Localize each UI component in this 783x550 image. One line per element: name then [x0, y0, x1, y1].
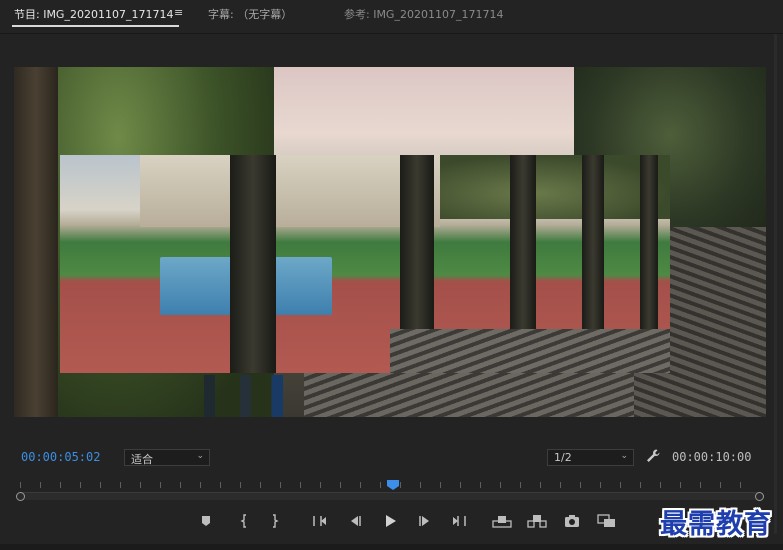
frame-tree-trunk: [14, 67, 58, 417]
inset-post: [400, 155, 434, 330]
inset-roof-tiles: [390, 329, 670, 373]
wrench-icon[interactable]: [645, 448, 661, 464]
play-icon: [386, 515, 396, 527]
inset-building: [140, 155, 440, 227]
comparison-view-button[interactable]: [596, 510, 618, 532]
go-to-in-icon: [313, 516, 326, 526]
tab-program-monitor[interactable]: 节目: IMG_20201107_171714: [11, 6, 180, 27]
zoom-level-value: 适合: [131, 453, 153, 466]
panel-menu-icon[interactable]: ≡: [174, 6, 183, 19]
extract-icon: [527, 515, 547, 528]
step-forward-icon: [419, 516, 429, 526]
panel-bottom-edge: [0, 544, 783, 550]
go-to-out-button[interactable]: [448, 510, 470, 532]
tab-captions[interactable]: 字幕: （无字幕）: [208, 6, 292, 22]
zoom-scrollbar[interactable]: [20, 492, 760, 500]
add-marker-button[interactable]: [195, 510, 217, 532]
program-video-frame[interactable]: [14, 67, 766, 417]
step-back-button[interactable]: [344, 510, 366, 532]
watermark-logo: 最需教育: [660, 509, 772, 540]
step-back-icon: [351, 516, 361, 526]
mark-out-icon: [273, 514, 279, 528]
tab-divider: [0, 33, 783, 34]
go-to-in-button[interactable]: [309, 510, 331, 532]
duration-timecode: 00:00:10:00: [672, 450, 752, 464]
chevron-down-icon: ⌄: [196, 451, 204, 461]
lift-icon: [492, 516, 512, 528]
zoom-level-select[interactable]: 适合 ⌄: [124, 449, 210, 466]
inset-post: [640, 155, 658, 330]
go-to-out-icon: [453, 516, 466, 526]
panel-tab-bar: 节目: IMG_20201107_171714 ≡ 字幕: （无字幕） 参考: …: [0, 0, 783, 30]
zoom-handle-left[interactable]: [16, 492, 25, 501]
zoom-handle-right[interactable]: [755, 492, 764, 501]
current-timecode[interactable]: 00:00:05:02: [21, 450, 100, 464]
mark-out-button[interactable]: [264, 510, 286, 532]
tab-reference-monitor[interactable]: 参考: IMG_20201107_171714: [344, 6, 503, 22]
timeline-ruler[interactable]: [14, 476, 766, 502]
extract-button[interactable]: [526, 510, 548, 532]
export-frame-button[interactable]: [561, 510, 583, 532]
playback-resolution-value: 1/2: [554, 451, 572, 464]
inset-post: [582, 155, 604, 330]
mark-in-button[interactable]: [233, 510, 255, 532]
inset-post: [230, 155, 276, 373]
export-frame-icon: [565, 515, 579, 527]
playhead-marker[interactable]: [387, 480, 399, 490]
comparison-view-icon: [597, 514, 615, 527]
inset-trees: [440, 155, 670, 219]
lift-button[interactable]: [491, 510, 513, 532]
mark-in-icon: [240, 514, 246, 528]
inset-post: [510, 155, 536, 330]
chevron-down-icon: ⌄: [620, 451, 628, 461]
panel-edge: [774, 34, 777, 534]
play-button[interactable]: [379, 510, 401, 532]
step-forward-button[interactable]: [414, 510, 436, 532]
frame-people: [204, 375, 294, 417]
picture-in-picture-clip[interactable]: [60, 155, 670, 373]
add-marker-icon: [202, 516, 210, 526]
playback-resolution-select[interactable]: 1/2 ⌄: [547, 449, 634, 466]
